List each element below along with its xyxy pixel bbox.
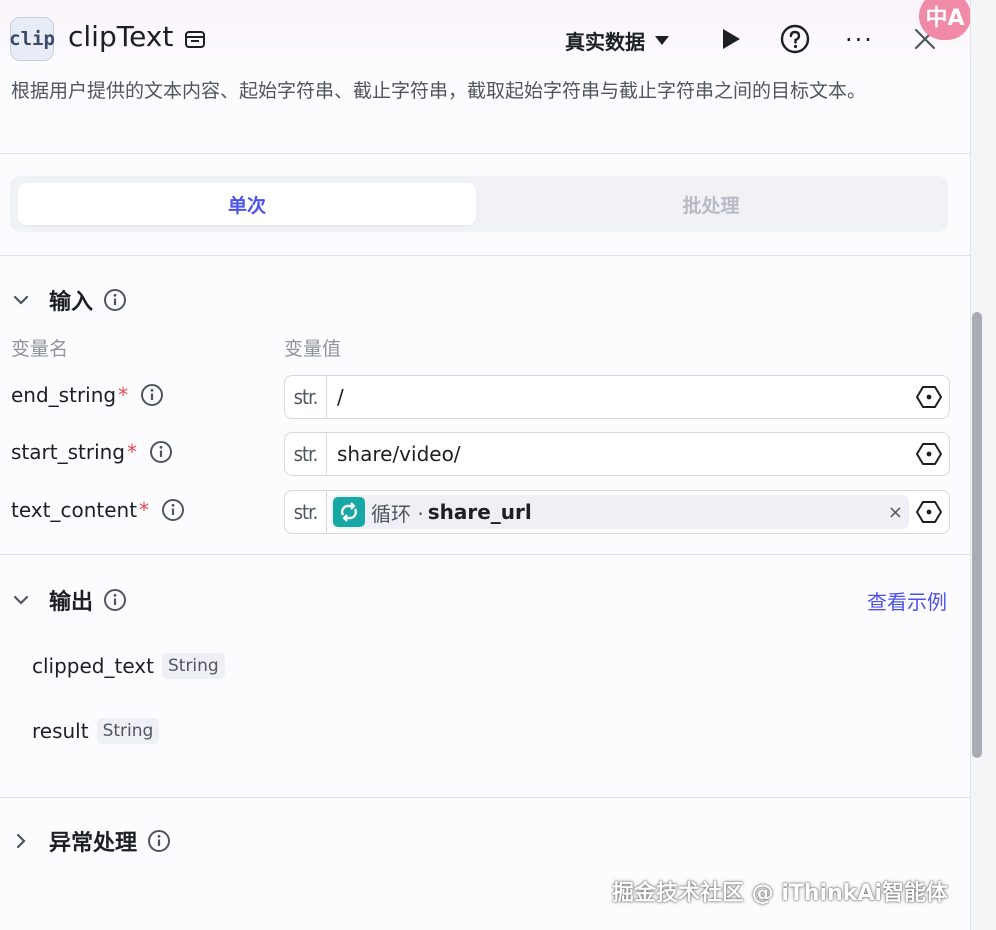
help-icon[interactable]	[780, 24, 810, 54]
output-name: result	[32, 719, 89, 743]
type-tag: str.	[285, 491, 327, 533]
more-icon[interactable]: ···	[845, 26, 875, 54]
input-section-header[interactable]: 输入	[11, 284, 127, 316]
end-string-input[interactable]: str. /	[284, 375, 950, 419]
start-string-input[interactable]: str. share/video/	[284, 432, 950, 476]
col-header-value: 变量值	[284, 338, 342, 360]
node-config-panel: clip clipText 真实数据 ··· 中A 根据用户提供的文本内容、起始…	[0, 0, 971, 930]
node-description: 根据用户提供的文本内容、起始字符串、截止字符串，截取起始字符串与截止字符串之间的…	[11, 80, 867, 102]
divider	[0, 554, 970, 555]
output-item: result String	[32, 718, 160, 744]
store-icon[interactable]	[184, 28, 206, 50]
variable-select-icon[interactable]	[915, 383, 943, 411]
chevron-down-icon	[13, 295, 29, 305]
variable-select-icon[interactable]	[915, 440, 943, 468]
required-mark: *	[127, 440, 137, 464]
translate-icon[interactable]: 中A	[919, 0, 971, 40]
var-name-label: end_string	[11, 383, 117, 407]
text-content-input[interactable]: str. 循环 · share_url ×	[284, 490, 950, 534]
required-mark: *	[118, 383, 129, 407]
remove-reference-icon[interactable]: ×	[888, 502, 903, 523]
variable-reference-chip[interactable]: 循环 · share_url ×	[331, 495, 909, 529]
output-section-header[interactable]: 输出	[11, 584, 127, 616]
tab-batch[interactable]: 批处理	[482, 183, 940, 225]
divider	[0, 797, 970, 798]
node-title[interactable]: clipText	[68, 20, 173, 53]
variable-select-icon[interactable]	[915, 498, 943, 526]
output-section-title: 输出	[49, 590, 94, 615]
scrollbar-thumb[interactable]	[972, 312, 982, 758]
output-type-badge: String	[161, 653, 225, 679]
reference-variable-label: share_url	[427, 500, 532, 524]
divider	[0, 255, 970, 256]
input-value[interactable]: /	[327, 385, 915, 409]
info-icon[interactable]	[161, 498, 185, 522]
caret-down-icon	[655, 36, 669, 45]
var-name-text-content: text_content *	[11, 498, 185, 522]
exception-section-header[interactable]: 异常处理	[11, 825, 171, 857]
chevron-right-icon	[16, 833, 26, 849]
reference-source-label: 循环 ·	[371, 501, 424, 526]
exception-section-title: 异常处理	[49, 831, 138, 856]
run-mode-tabs: 单次 批处理	[10, 176, 948, 232]
var-name-end-string: end_string *	[11, 383, 164, 407]
var-name-label: text_content	[11, 498, 138, 522]
output-type-badge: String	[96, 718, 160, 744]
info-icon[interactable]	[103, 588, 127, 612]
input-value[interactable]: share/video/	[327, 442, 915, 466]
clip-node-icon: clip	[9, 17, 55, 61]
node-icon-text: clip	[9, 28, 55, 50]
output-name: clipped_text	[32, 654, 154, 678]
info-icon[interactable]	[140, 383, 164, 407]
required-mark: *	[139, 498, 150, 522]
view-example-link[interactable]: 查看示例	[867, 586, 947, 615]
var-name-start-string: start_string *	[11, 440, 173, 464]
type-tag: str.	[285, 433, 327, 475]
info-icon[interactable]	[103, 288, 127, 312]
output-item: clipped_text String	[32, 653, 225, 679]
type-tag: str.	[285, 376, 327, 418]
divider	[0, 153, 970, 154]
input-section-title: 输入	[49, 290, 94, 315]
info-icon[interactable]	[147, 829, 171, 853]
chevron-down-icon	[13, 595, 29, 605]
col-header-name: 变量名	[11, 338, 69, 360]
play-icon[interactable]	[720, 27, 742, 51]
data-mode-select[interactable]: 真实数据	[565, 26, 669, 55]
loop-icon	[333, 497, 365, 527]
data-mode-label: 真实数据	[565, 30, 645, 54]
panel-header: clip clipText 真实数据 ··· 中A	[0, 0, 971, 80]
tab-single[interactable]: 单次	[18, 183, 476, 225]
watermark-text: 掘金技术社区 @ iThinkAi智能体	[612, 881, 948, 906]
info-icon[interactable]	[149, 440, 173, 464]
var-name-label: start_string	[11, 440, 125, 464]
